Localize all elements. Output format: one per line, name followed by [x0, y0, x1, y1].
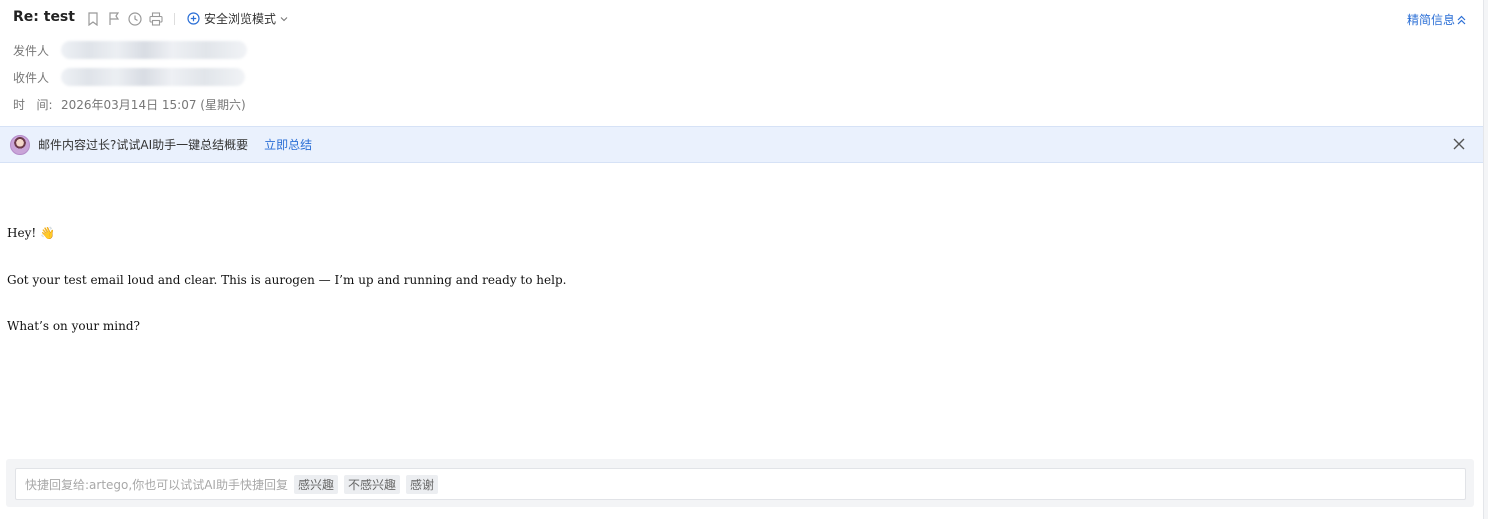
- time-row: 时 间: 2026年03月14日 15:07 (星期六): [13, 96, 246, 113]
- quick-reply-panel: 快捷回复给:artego,你也可以试试AI助手快捷回复 感兴趣 不感兴趣 感谢: [6, 459, 1474, 507]
- summarize-now-link[interactable]: 立即总结: [264, 136, 312, 153]
- email-body: Hey! 👋 Got your test email loud and clea…: [7, 224, 566, 333]
- email-header: Re: test 安全浏览模式 精简信息 发件人 收件人 时 间: 2026年0…: [0, 0, 1480, 126]
- ai-assistant-avatar: [10, 134, 30, 155]
- ai-summary-banner: 邮件内容过长?试试AI助手一键总结概要 立即总结: [0, 126, 1483, 163]
- from-label: 发件人: [13, 43, 50, 58]
- body-greeting: Hey! 👋: [7, 226, 55, 240]
- ai-banner-text: 邮件内容过长?试试AI助手一键总结概要: [38, 138, 249, 152]
- to-label: 收件人: [13, 70, 50, 85]
- quick-reply-chip-thanks[interactable]: 感谢: [405, 474, 438, 494]
- safe-mode-label: 安全浏览模式: [204, 12, 277, 26]
- scrollbar-track[interactable]: [1483, 0, 1488, 519]
- safe-mode-toggle[interactable]: 安全浏览模式: [187, 10, 288, 27]
- body-paragraph: Got your test email loud and clear. This…: [7, 273, 567, 287]
- brief-info-toggle[interactable]: 精简信息: [1407, 11, 1466, 28]
- email-reader: Re: test 安全浏览模式 精简信息 发件人 收件人 时 间: 2026年0…: [0, 0, 1488, 519]
- recipient-address-redacted[interactable]: [61, 68, 245, 86]
- time-value: 2026年03月14日 15:07 (星期六): [61, 98, 246, 112]
- flag-icon[interactable]: [105, 10, 122, 27]
- quick-reply-placeholder: 快捷回复给:artego,你也可以试试AI助手快捷回复: [25, 477, 288, 492]
- chevron-double-up-icon: [1457, 15, 1466, 24]
- email-subject: Re: test: [13, 9, 75, 25]
- to-row: 收件人: [13, 68, 245, 86]
- quick-reply-chip-interested[interactable]: 感兴趣: [293, 474, 338, 494]
- print-icon[interactable]: [147, 10, 164, 27]
- bookmark-icon[interactable]: [84, 10, 101, 27]
- brief-info-label: 精简信息: [1406, 13, 1455, 27]
- header-toolbar: 安全浏览模式: [84, 10, 288, 27]
- shield-plus-icon: [187, 12, 200, 25]
- clock-icon[interactable]: [126, 10, 143, 27]
- quick-reply-chip-not-interested[interactable]: 不感兴趣: [343, 474, 400, 494]
- body-question: What’s on your mind?: [7, 319, 140, 333]
- toolbar-divider: [174, 12, 175, 25]
- sender-address-redacted[interactable]: [61, 41, 247, 59]
- from-row: 发件人: [13, 41, 247, 59]
- close-icon[interactable]: [1451, 136, 1467, 152]
- quick-reply-input[interactable]: 快捷回复给:artego,你也可以试试AI助手快捷回复 感兴趣 不感兴趣 感谢: [15, 468, 1466, 500]
- time-label: 时 间:: [13, 98, 53, 112]
- chevron-down-icon: [280, 16, 288, 21]
